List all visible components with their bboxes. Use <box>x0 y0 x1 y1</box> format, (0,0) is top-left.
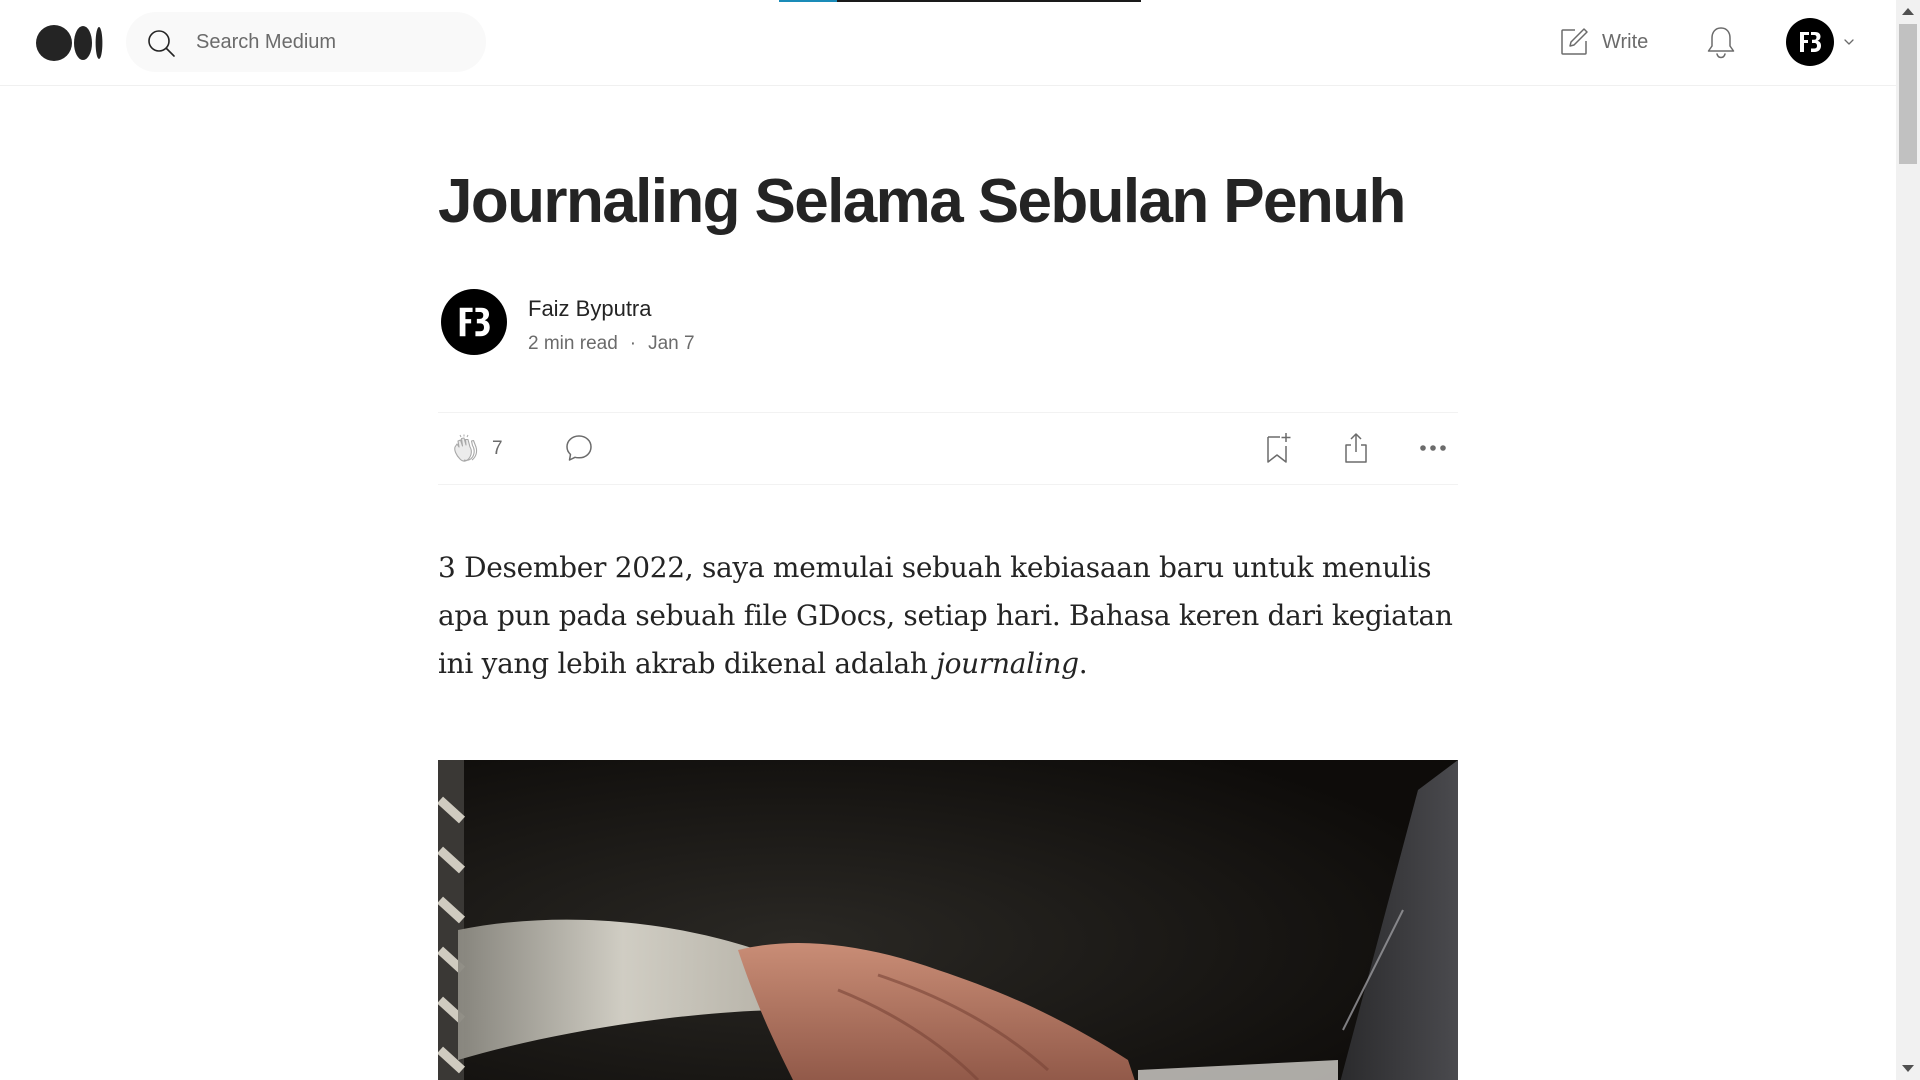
user-menu-button[interactable] <box>1786 18 1856 66</box>
write-pencil-icon <box>1561 28 1588 55</box>
article-title: Journaling Selama Sebulan Penuh <box>438 167 1406 236</box>
article-paragraph: 3 Desember 2022, saya memulai sebuah keb… <box>438 544 1458 688</box>
clap-button[interactable]: 7 <box>450 433 503 465</box>
publish-date: Jan 7 <box>648 333 695 354</box>
article-hero-image <box>438 760 1458 1080</box>
search-input[interactable] <box>196 12 466 72</box>
meta-separator: · <box>629 333 637 354</box>
write-label: Write <box>1602 30 1649 53</box>
write-button[interactable]: Write <box>1558 22 1648 62</box>
bell-icon[interactable] <box>1704 24 1738 60</box>
chevron-down-icon <box>1844 39 1854 45</box>
read-time: 2 min read <box>528 333 618 354</box>
page-scrollbar[interactable] <box>1896 0 1920 1080</box>
fb-monogram-icon <box>1800 32 1821 52</box>
more-options-icon[interactable] <box>1418 438 1448 458</box>
hands-typing-on-laptop-photo <box>438 760 1458 1080</box>
reading-progress-fill <box>779 0 837 2</box>
search-icon <box>148 30 175 57</box>
avatar <box>1786 18 1834 66</box>
paragraph-emphasis: journaling <box>936 647 1079 680</box>
comment-icon[interactable] <box>564 433 594 463</box>
scrollbar-thumb[interactable] <box>1899 24 1917 164</box>
reading-progress-bar <box>779 0 1141 2</box>
top-navigation-bar: Write <box>0 0 1896 86</box>
share-icon[interactable] <box>1340 431 1372 465</box>
scroll-up-arrow[interactable] <box>1902 8 1914 15</box>
paragraph-end: . <box>1078 647 1088 680</box>
search-box[interactable] <box>126 12 486 72</box>
scroll-down-arrow[interactable] <box>1902 1065 1914 1072</box>
clap-count: 7 <box>492 438 503 459</box>
fb-monogram-icon <box>459 307 490 337</box>
author-avatar[interactable] <box>441 289 507 355</box>
clap-icon <box>454 434 478 462</box>
article-action-bar: 7 <box>438 412 1458 485</box>
medium-logo-icon[interactable] <box>36 25 104 61</box>
article-meta: 2 min read · Jan 7 <box>528 333 695 355</box>
author-name-link[interactable]: Faiz Byputra <box>528 296 652 322</box>
bookmark-add-icon[interactable] <box>1262 431 1294 465</box>
